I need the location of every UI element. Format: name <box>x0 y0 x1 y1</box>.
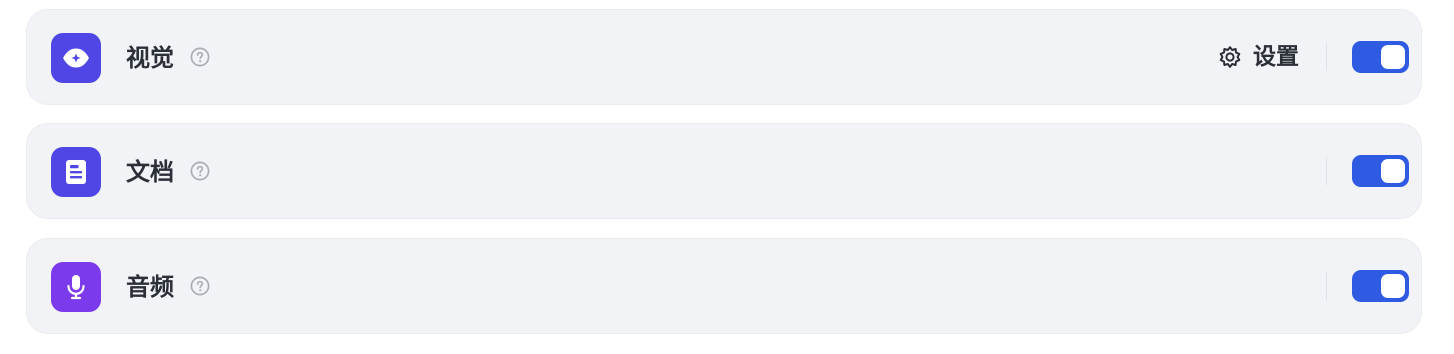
capability-row-audio: 音频 <box>26 238 1422 334</box>
microphone-icon <box>51 262 101 312</box>
question-circle-icon[interactable] <box>190 47 210 67</box>
eye-icon <box>51 33 101 83</box>
capability-row-vision: 视觉 设置 <box>26 9 1422 105</box>
document-toggle[interactable] <box>1352 155 1409 187</box>
audio-toggle[interactable] <box>1352 270 1409 302</box>
settings-label: 设置 <box>1253 44 1299 70</box>
divider <box>1326 272 1327 300</box>
capability-title: 文档 <box>126 158 174 186</box>
vision-toggle[interactable] <box>1352 41 1409 73</box>
capability-title: 音频 <box>126 273 174 301</box>
question-circle-icon[interactable] <box>190 161 210 181</box>
capability-title: 视觉 <box>126 44 174 72</box>
gear-icon <box>1217 44 1243 70</box>
toggle-knob <box>1381 274 1405 298</box>
document-icon <box>51 147 101 197</box>
capability-row-document: 文档 <box>26 123 1422 219</box>
question-circle-icon[interactable] <box>190 276 210 296</box>
divider <box>1326 43 1327 71</box>
capability-list: 视觉 设置 文档 音频 <box>0 0 1454 354</box>
settings-button[interactable]: 设置 <box>1217 40 1299 74</box>
toggle-knob <box>1381 45 1405 69</box>
divider <box>1326 157 1327 185</box>
toggle-knob <box>1381 159 1405 183</box>
